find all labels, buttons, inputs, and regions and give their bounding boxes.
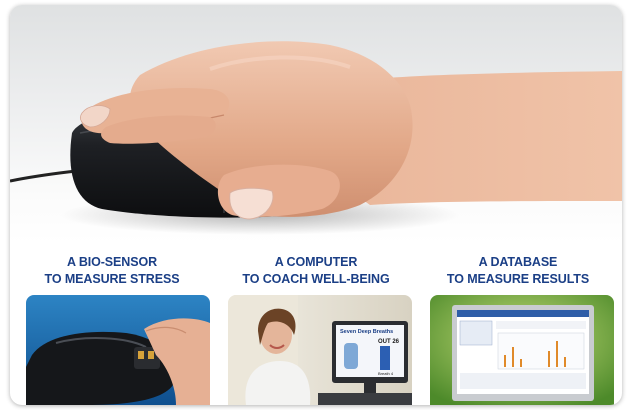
panel-label-bio-sensor: A BIO-SENSOR TO MEASURE STRESS (12, 254, 212, 288)
panel-label-line1: A COMPUTER (274, 255, 358, 269)
panel-label-line2: TO MEASURE RESULTS (446, 272, 590, 286)
panel-label-line2: TO COACH WELL-BEING (242, 272, 390, 286)
bio-sensor-mouse-photo (26, 295, 210, 405)
screen-counter: OUT 26 (378, 339, 400, 345)
hero-image (10, 5, 622, 243)
product-card: A BIO-SENSOR TO MEASURE STRESS A COMPUTE… (10, 5, 622, 405)
panel-label-line2: TO MEASURE STRESS (44, 272, 180, 286)
panel-label-database: A DATABASE TO MEASURE RESULTS (418, 254, 618, 288)
woman-at-computer-photo: Seven Deep Breaths OUT 26 Breath 4 (228, 295, 412, 405)
computer-thumbnail: Seven Deep Breaths OUT 26 Breath 4 (228, 295, 412, 405)
screen-heading: Seven Deep Breaths (340, 329, 393, 335)
panel-label-computer: A COMPUTER TO COACH WELL-BEING (216, 254, 416, 288)
panel-label-line1: A DATABASE (478, 255, 558, 269)
database-monitor-photo (430, 295, 614, 405)
hand-on-mouse-illustration (10, 41, 622, 235)
panel-label-line1: A BIO-SENSOR (66, 255, 157, 269)
bio-sensor-thumbnail (26, 295, 210, 405)
screen-footer: Breath 4 (378, 371, 394, 376)
database-thumbnail (430, 295, 614, 405)
